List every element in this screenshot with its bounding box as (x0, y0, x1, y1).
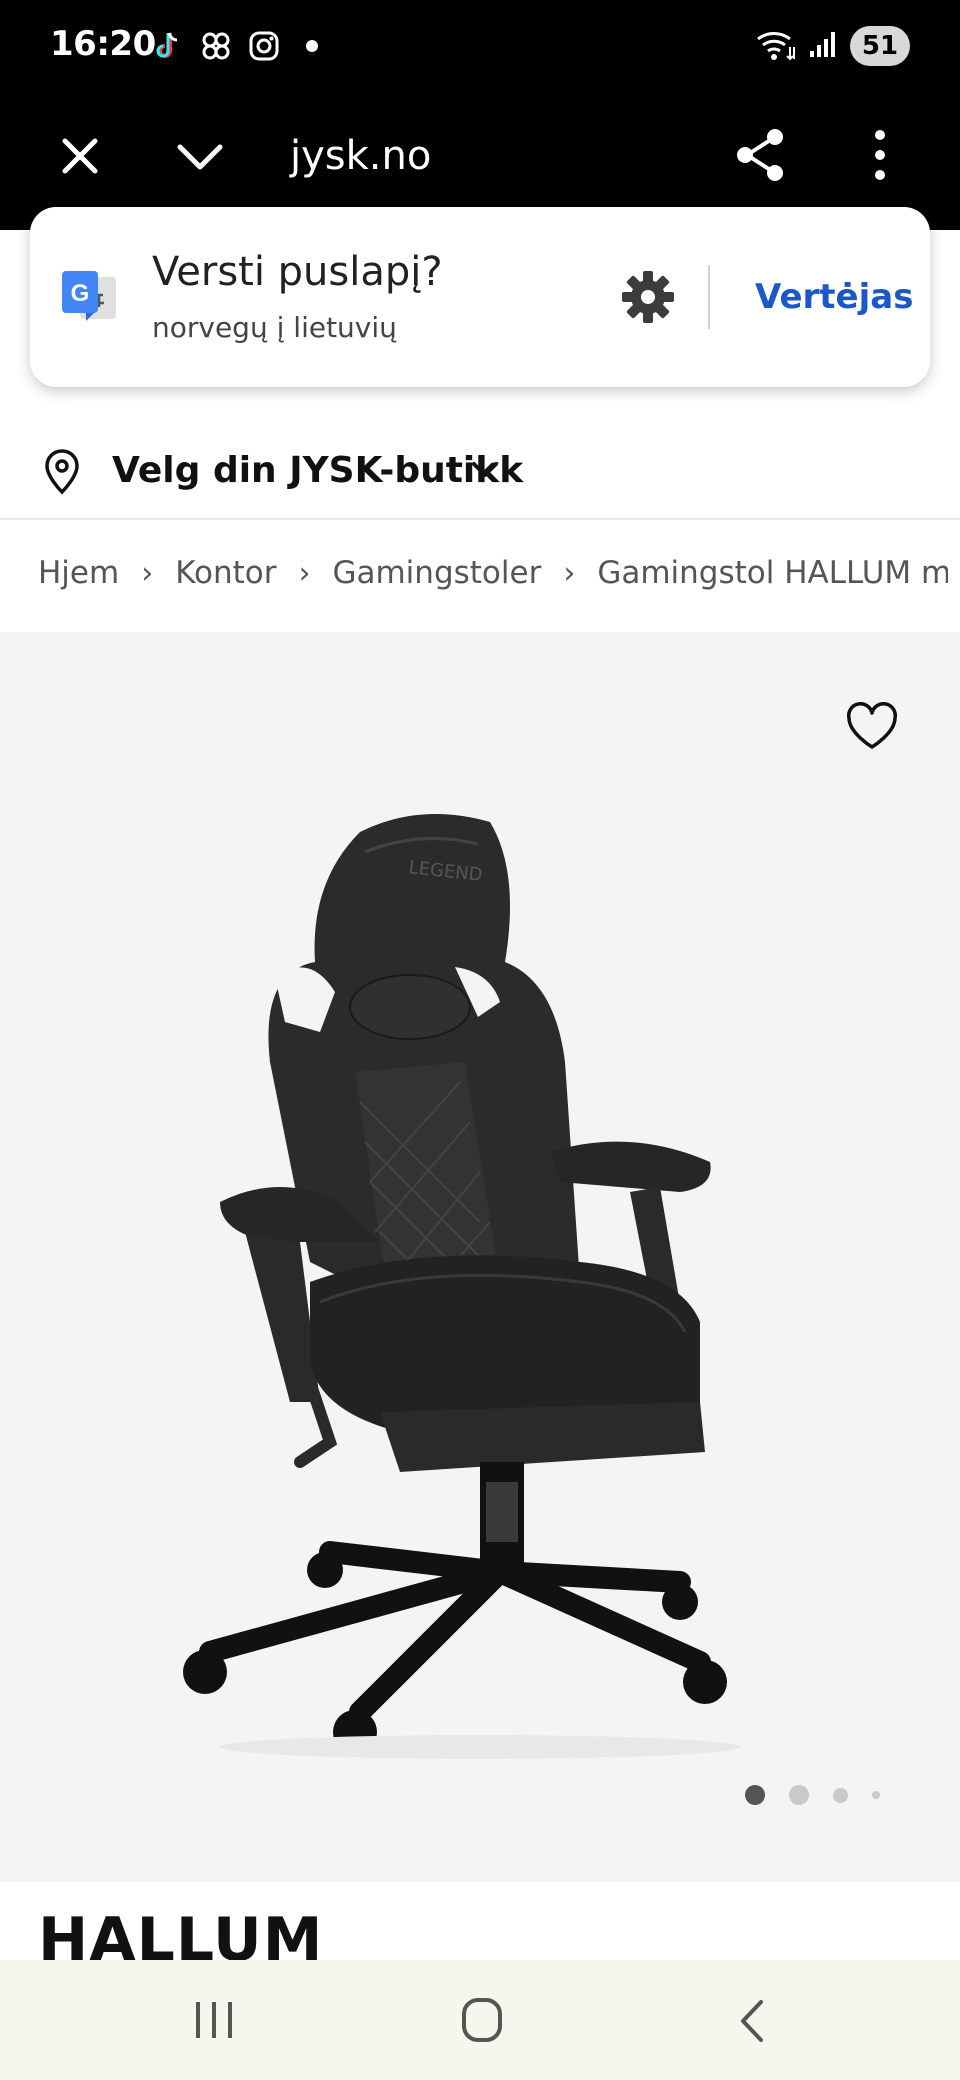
home-icon[interactable] (460, 1996, 504, 2044)
status-time: 16:20 (50, 24, 156, 64)
heart-icon[interactable] (845, 702, 899, 752)
status-right: 51 (756, 26, 910, 66)
pagination-dot[interactable] (872, 1791, 880, 1799)
translate-popup: G Versti puslapį? norvegų į lietuvių Ver… (30, 207, 930, 387)
translate-title: Versti puslapį? (152, 249, 443, 295)
pagination-dot[interactable] (833, 1787, 848, 1803)
url-text[interactable]: jysk.no (290, 133, 431, 179)
system-nav-bar (0, 1960, 960, 2080)
instagram-icon (246, 28, 282, 64)
back-icon[interactable] (735, 1998, 769, 2044)
chevron-right-icon: › (563, 555, 576, 591)
google-translate-icon: G (60, 267, 120, 327)
breadcrumb-item-hjem[interactable]: Hjem (38, 555, 119, 591)
pagination-dot-active[interactable] (745, 1785, 765, 1805)
product-image: LEGEND (183, 814, 740, 1759)
translate-button[interactable]: Vertėjas (755, 277, 913, 317)
store-selector-label[interactable]: Velg din JYSK-butikk (112, 450, 523, 491)
product-gallery[interactable]: LEGEND (0, 632, 960, 1882)
pinwheel-icon (198, 28, 234, 64)
chevron-right-icon: › (141, 555, 154, 591)
breadcrumb: Hjem › Kontor › Gamingstoler › Gamingsto… (38, 555, 948, 591)
gallery-pagination (745, 1785, 880, 1805)
divider (708, 265, 710, 329)
chevron-right-icon: › (298, 555, 311, 591)
recent-apps-icon[interactable] (190, 1998, 238, 2042)
breadcrumb-item-current: Gamingstol HALLUM m/fo (597, 555, 948, 591)
wifi-icon (756, 27, 796, 66)
tiktok-icon (150, 28, 186, 64)
battery-icon: 51 (850, 26, 910, 66)
chevron-down-icon[interactable] (172, 131, 228, 181)
chevron-down-icon[interactable] (470, 458, 500, 482)
store-selector[interactable]: Velg din JYSK-butikk (0, 420, 960, 520)
breadcrumb-item-kontor[interactable]: Kontor (175, 555, 276, 591)
pagination-dot[interactable] (789, 1785, 809, 1805)
translate-subtitle: norvegų į lietuvių (152, 311, 397, 344)
status-bar: 16:20 51 (0, 0, 960, 95)
more-vert-icon[interactable] (860, 125, 900, 185)
signal-icon (808, 29, 838, 64)
location-pin-icon (40, 448, 84, 496)
dot-icon (294, 28, 330, 64)
close-icon[interactable] (55, 131, 105, 181)
status-app-icons (150, 28, 330, 64)
breadcrumb-item-gamingstoler[interactable]: Gamingstoler (332, 555, 541, 591)
gear-icon[interactable] (620, 269, 676, 325)
svg-text:G: G (71, 280, 90, 307)
share-icon[interactable] (733, 125, 789, 185)
